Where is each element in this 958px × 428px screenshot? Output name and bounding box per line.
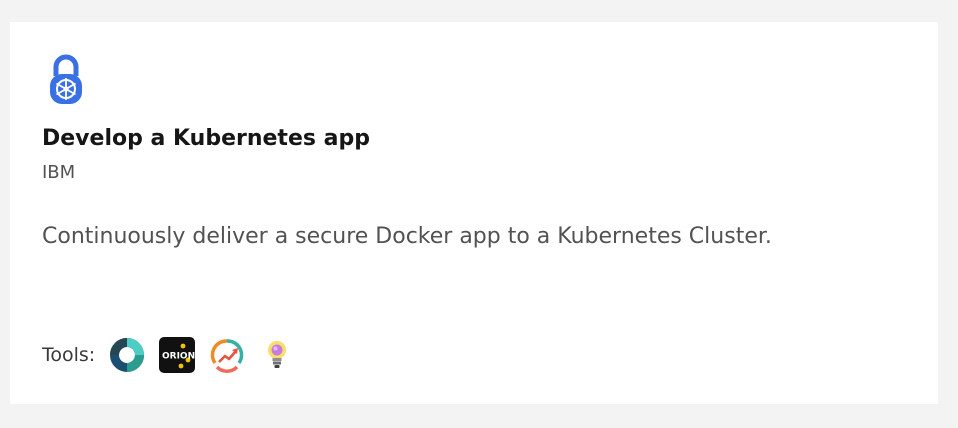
card-description: Continuously deliver a secure Docker app… — [42, 224, 772, 249]
delivery-pipeline-icon — [109, 337, 145, 373]
lightbulb-icon — [259, 337, 295, 373]
svg-text:ORION: ORION — [162, 352, 195, 362]
template-card[interactable]: Develop a Kubernetes app IBM Continuousl… — [10, 22, 938, 404]
devops-insights-icon — [209, 337, 245, 373]
kubernetes-lock-icon — [50, 54, 82, 104]
tools-row: Tools: ORION — [42, 336, 309, 374]
card-title: Develop a Kubernetes app — [42, 126, 370, 151]
tools-label: Tools: — [42, 344, 96, 366]
card-provider: IBM — [42, 162, 76, 183]
orion-web-ide-icon: ORION — [159, 337, 196, 373]
